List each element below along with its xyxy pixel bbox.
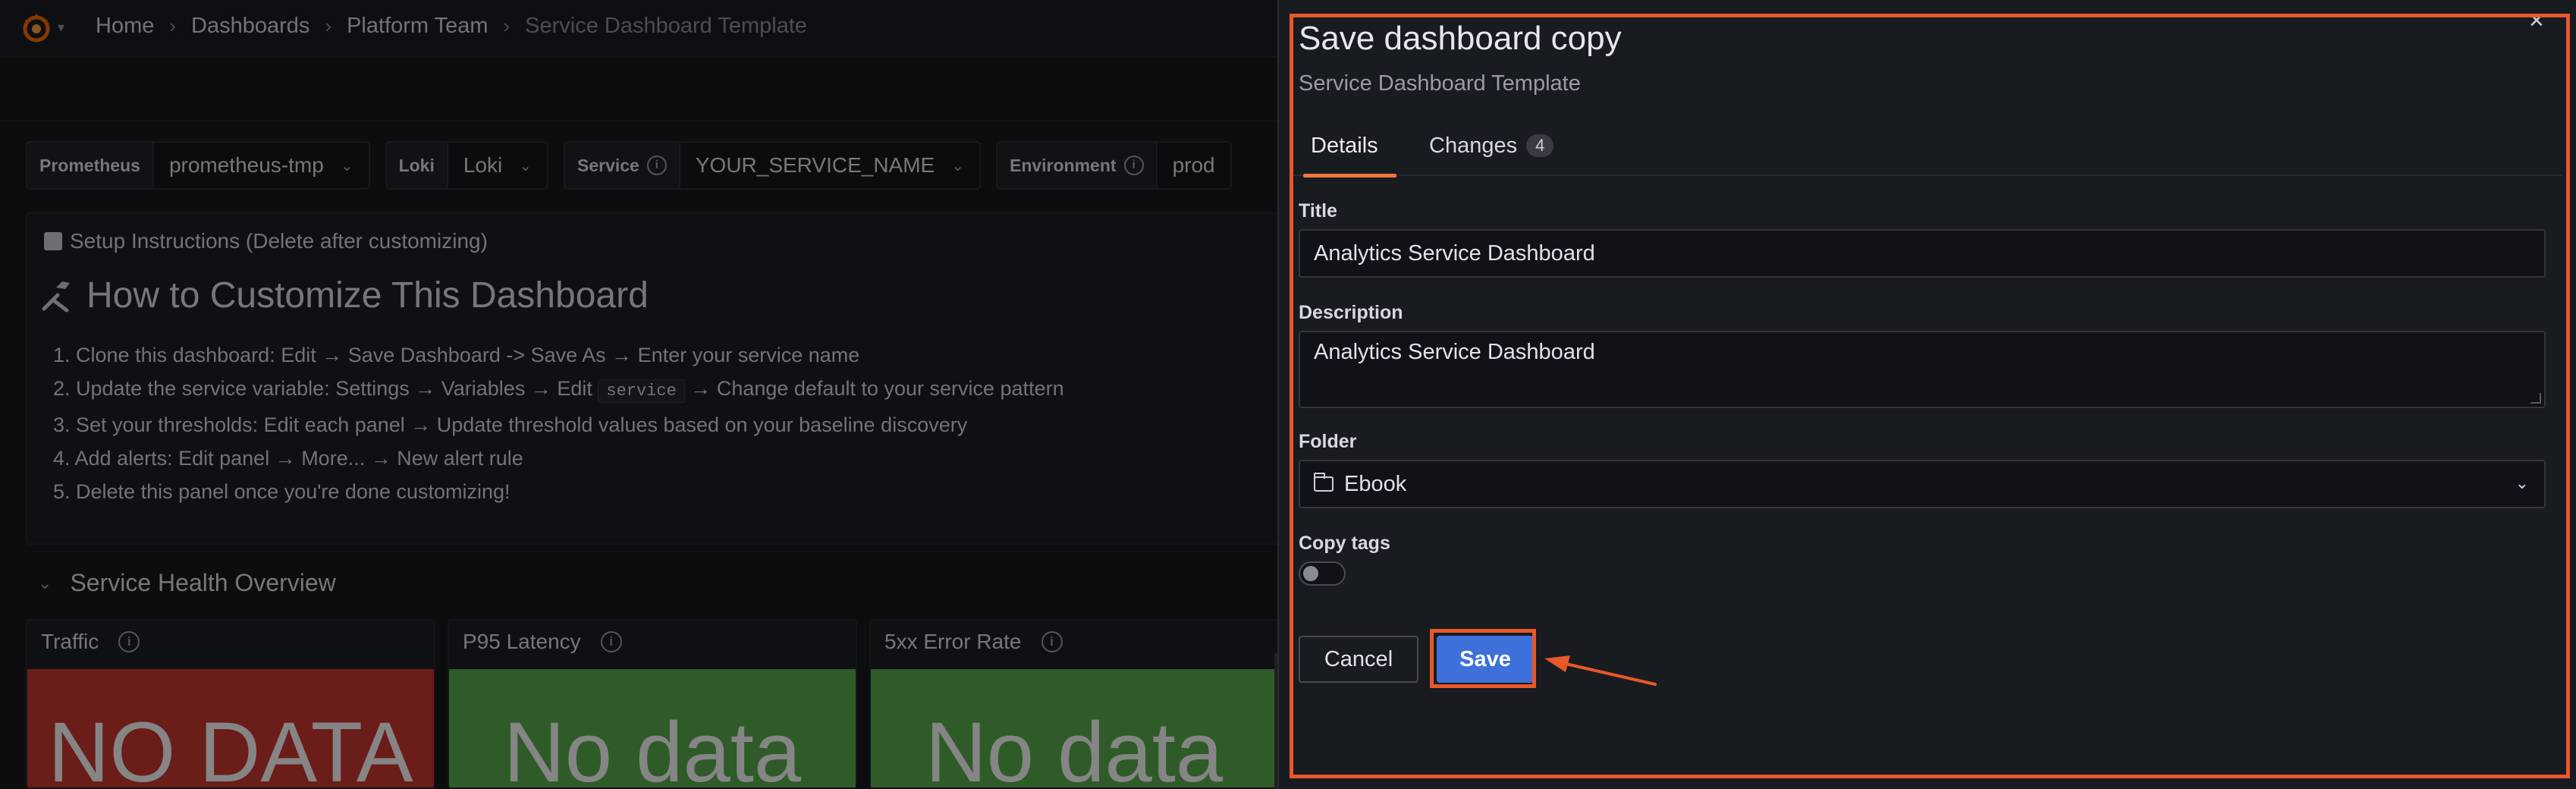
active-tab-underline (1303, 174, 1396, 178)
tab-label: Changes (1429, 134, 1518, 158)
resize-handle-icon[interactable] (2530, 393, 2541, 404)
dashboard-background: ▾ Home › Dashboards › Platform Team › Se… (0, 0, 1290, 789)
tab-changes[interactable]: Changes 4 (1429, 134, 1554, 176)
chevron-down-icon: ⌄ (2515, 473, 2529, 492)
copy-tags-label: Copy tags (1299, 533, 1390, 554)
tab-details[interactable]: Details (1303, 134, 1396, 178)
description-label: Description (1299, 302, 1403, 323)
title-input-value: Analytics Service Dashboard (1314, 240, 1595, 266)
cancel-button[interactable]: Cancel (1299, 636, 1418, 683)
folder-value: Ebook (1344, 471, 1407, 496)
drawer-subtitle: Service Dashboard Template (1299, 71, 1581, 96)
copy-tags-toggle[interactable] (1299, 561, 1346, 586)
description-textarea[interactable]: Analytics Service Dashboard (1299, 331, 2546, 408)
drawer-title: Save dashboard copy (1299, 20, 1622, 57)
folder-select[interactable]: Ebook ⌄ (1299, 460, 2546, 508)
arrow-annotation-icon (1544, 655, 1657, 686)
tab-label: Details (1311, 134, 1378, 158)
folder-icon (1314, 473, 1334, 492)
toggle-knob (1303, 566, 1318, 581)
description-value: Analytics Service Dashboard (1314, 340, 1595, 364)
drawer-tabs: Details Changes 4 (1290, 134, 2562, 178)
modal-backdrop[interactable] (0, 0, 1290, 789)
folder-label: Folder (1299, 431, 1357, 452)
title-label: Title (1299, 200, 1337, 222)
changes-count-badge: 4 (1526, 134, 1554, 157)
save-button-highlight-box (1430, 629, 1536, 688)
close-icon[interactable]: × (2529, 6, 2544, 36)
title-input[interactable]: Analytics Service Dashboard (1299, 229, 2546, 278)
